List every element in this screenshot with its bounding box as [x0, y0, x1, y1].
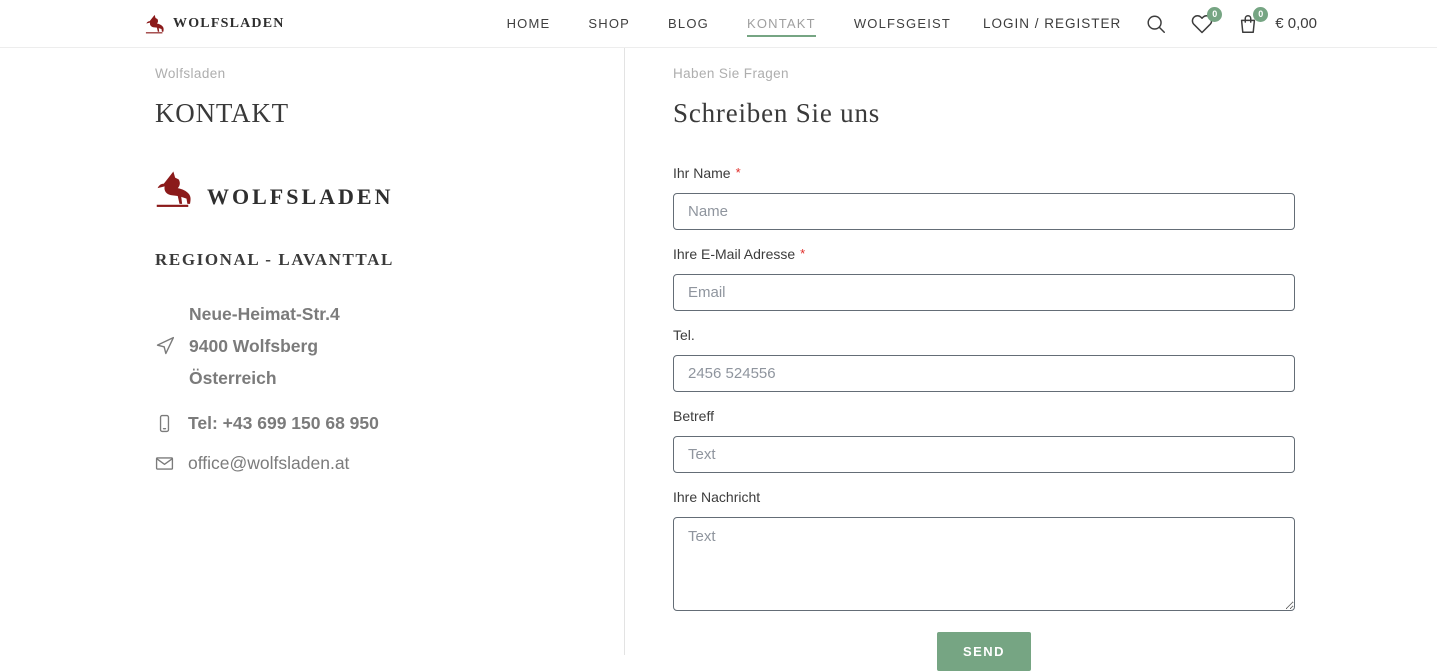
subject-label: Betreff [673, 408, 1295, 424]
tel-label: Tel. [673, 327, 1295, 343]
nav-item-shop[interactable]: SHOP [588, 10, 630, 37]
header-logo-text: WOLFSLADEN [173, 16, 285, 32]
column-divider [624, 48, 625, 655]
cart-button[interactable]: 0 [1237, 13, 1259, 35]
search-icon [1145, 13, 1167, 35]
email-field-group: Ihre E-Mail Adresse * [673, 246, 1295, 311]
address-lines: Neue-Heimat-Str.4 9400 Wolfsberg Österre… [189, 298, 340, 394]
email-block: office@wolfsladen.at [155, 453, 584, 474]
email-label-text: Ihre E-Mail Adresse [673, 246, 795, 262]
cart-count-badge: 0 [1253, 7, 1268, 22]
contact-form: Ihr Name * Ihre E-Mail Adresse * Tel. Betr… [673, 165, 1295, 671]
wishlist-button[interactable]: 0 [1191, 13, 1213, 35]
email-input[interactable] [673, 274, 1295, 311]
address-line-2: 9400 Wolfsberg [189, 330, 340, 362]
phone-block: Tel: +43 699 150 68 950 [155, 413, 584, 434]
wolf-logo-icon [155, 170, 197, 213]
shop-logo-text: WOLFSLADEN [207, 184, 393, 213]
required-marker: * [736, 165, 741, 180]
phone-icon [155, 413, 174, 434]
address-block: Neue-Heimat-Str.4 9400 Wolfsberg Österre… [155, 298, 584, 394]
tel-input[interactable] [673, 355, 1295, 392]
nav-item-home[interactable]: HOME [507, 10, 551, 37]
form-eyebrow: Haben Sie Fragen [673, 66, 1295, 81]
phone-number: Tel: +43 699 150 68 950 [188, 413, 379, 434]
message-field-group: Ihre Nachricht [673, 489, 1295, 616]
send-button[interactable]: SEND [937, 632, 1031, 671]
region-title: REGIONAL - LAVANTTAL [155, 250, 584, 270]
nav-item-wolfsgeist[interactable]: WOLFSGEIST [854, 10, 951, 37]
contact-form-column: Haben Sie Fragen Schreiben Sie uns Ihr N… [624, 48, 1437, 667]
subject-input[interactable] [673, 436, 1295, 473]
name-label-text: Ihr Name [673, 165, 731, 181]
nav-item-kontakt[interactable]: KONTAKT [747, 10, 816, 37]
search-button[interactable] [1145, 13, 1167, 35]
submit-row: SEND [673, 632, 1295, 671]
header-logo[interactable]: WOLFSLADEN [145, 14, 285, 34]
name-input[interactable] [673, 193, 1295, 230]
address-line-1: Neue-Heimat-Str.4 [189, 298, 340, 330]
address-line-3: Österreich [189, 362, 340, 394]
required-marker: * [800, 246, 805, 261]
email-label: Ihre E-Mail Adresse * [673, 246, 1295, 262]
main-content: Wolfsladen KONTAKT WOLFSLADEN REGIONAL -… [0, 48, 1437, 667]
wishlist-count-badge: 0 [1207, 7, 1222, 22]
message-label: Ihre Nachricht [673, 489, 1295, 505]
login-register-link[interactable]: LOGIN / REGISTER [983, 16, 1121, 31]
top-header: WOLFSLADEN HOME SHOP BLOG KONTAKT WOLFSG… [0, 0, 1437, 48]
name-label: Ihr Name * [673, 165, 1295, 181]
cart-total[interactable]: € 0,00 [1275, 15, 1317, 32]
form-title: Schreiben Sie uns [673, 98, 1295, 129]
shop-logo: WOLFSLADEN [155, 170, 584, 213]
email-icon [155, 453, 174, 474]
main-nav: HOME SHOP BLOG KONTAKT WOLFSGEIST [507, 10, 951, 37]
contact-details: Neue-Heimat-Str.4 9400 Wolfsberg Österre… [155, 298, 584, 474]
name-field-group: Ihr Name * [673, 165, 1295, 230]
contact-info-column: Wolfsladen KONTAKT WOLFSLADEN REGIONAL -… [0, 48, 624, 667]
header-actions: LOGIN / REGISTER 0 [983, 13, 1317, 35]
location-arrow-icon [155, 298, 175, 394]
breadcrumb: Wolfsladen [155, 66, 584, 81]
email-address[interactable]: office@wolfsladen.at [188, 453, 349, 474]
message-textarea[interactable] [673, 517, 1295, 611]
wolf-logo-icon [145, 14, 167, 34]
page-title: KONTAKT [155, 98, 584, 129]
nav-item-blog[interactable]: BLOG [668, 10, 709, 37]
subject-field-group: Betreff [673, 408, 1295, 473]
tel-field-group: Tel. [673, 327, 1295, 392]
